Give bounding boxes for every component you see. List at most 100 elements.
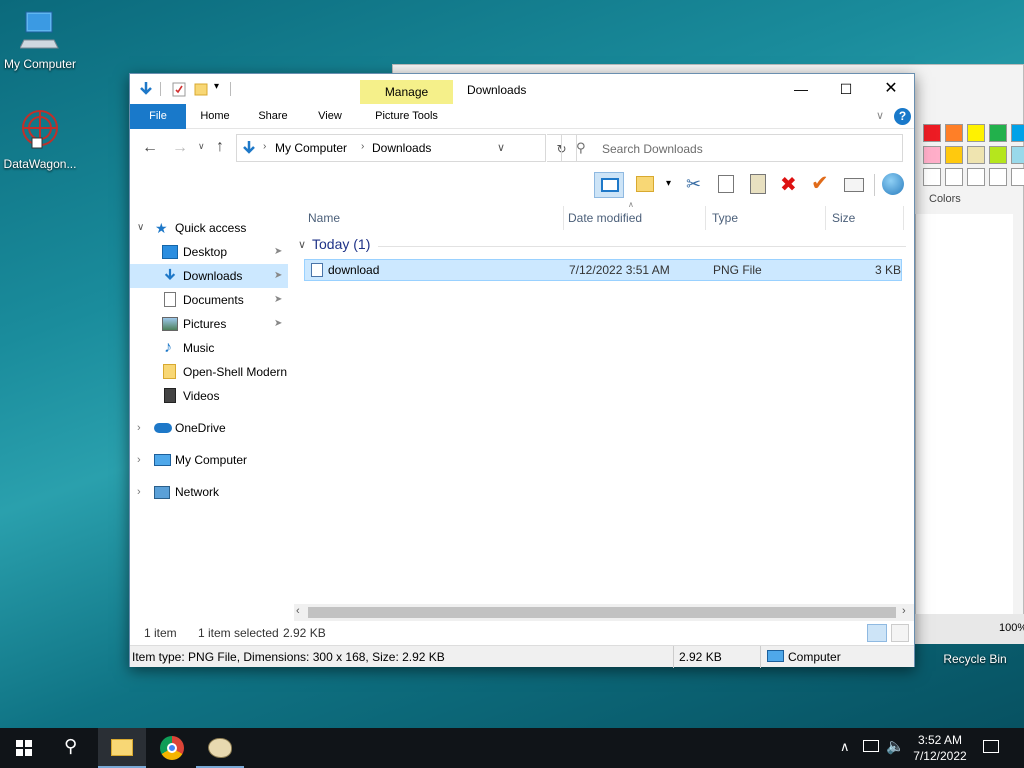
color-swatch-empty[interactable]	[945, 168, 963, 186]
address-dropdown-chevron-icon[interactable]: ∨	[497, 141, 505, 154]
taskbar-paint[interactable]	[196, 728, 244, 768]
sidebar-item-downloads[interactable]: Downloads ➤	[130, 264, 288, 288]
recent-locations-chevron-icon[interactable]: ∨	[198, 141, 205, 152]
color-swatch-orange[interactable]	[945, 124, 963, 142]
folder-options-icon[interactable]	[636, 176, 654, 192]
paste-icon[interactable]	[750, 174, 766, 194]
address-bar[interactable]: › My Computer › Downloads ∨	[236, 134, 546, 162]
breadcrumb-my-computer[interactable]: My Computer	[275, 141, 347, 155]
color-swatch-yellow[interactable]	[967, 124, 985, 142]
taskbar-chrome[interactable]	[148, 728, 196, 768]
checkmark-icon[interactable]: ✔	[811, 171, 829, 196]
sidebar-item-documents[interactable]: Documents ➤	[130, 288, 288, 312]
tab-file[interactable]: File	[130, 104, 186, 129]
desktop-icon-my-computer[interactable]: My Computer	[0, 10, 80, 71]
scroll-right-chevron-icon[interactable]: ›	[902, 605, 906, 617]
pin-icon[interactable]: ➤	[274, 312, 282, 336]
column-header-date[interactable]: Date modified	[564, 206, 706, 230]
globe-icon[interactable]	[882, 173, 904, 195]
sidebar-item-network[interactable]: › Network	[130, 480, 288, 504]
tab-picture-tools[interactable]: Picture Tools	[360, 104, 453, 129]
expand-chevron-icon[interactable]: ∨	[137, 216, 144, 240]
volume-icon[interactable]: 🔈	[886, 737, 905, 755]
detail-location: Computer	[788, 650, 841, 664]
preview-pane-button[interactable]	[594, 172, 624, 198]
desktop-icon-recycle-bin[interactable]: Recycle Bin	[935, 650, 1015, 666]
search-box[interactable]: ⚲ Search Downloads	[561, 134, 903, 162]
file-explorer-window[interactable]: ▾ Manage Downloads — ☐ ✕ File Home Share…	[129, 73, 915, 668]
taskbar-file-explorer[interactable]	[98, 728, 146, 768]
manage-context-header[interactable]: Manage	[360, 80, 453, 104]
color-swatch-pink[interactable]	[923, 146, 941, 164]
start-button[interactable]	[0, 728, 48, 768]
expand-chevron-icon[interactable]: ›	[137, 416, 141, 440]
sidebar-item-desktop[interactable]: Desktop ➤	[130, 240, 288, 264]
desktop-icon-datawagon[interactable]: DataWagon...	[0, 108, 80, 171]
copy-icon[interactable]	[718, 175, 734, 193]
close-button[interactable]: ✕	[868, 74, 914, 104]
folder-options-chevron-icon[interactable]: ▾	[666, 178, 671, 189]
up-arrow-icon[interactable]: ↑	[216, 138, 224, 156]
paint-canvas[interactable]	[915, 214, 1013, 614]
expand-chevron-icon[interactable]: ›	[137, 480, 141, 504]
color-swatch-lightblue[interactable]	[1011, 146, 1024, 164]
help-icon[interactable]: ?	[894, 108, 911, 125]
details-view-button[interactable]	[867, 624, 887, 642]
group-divider	[378, 246, 906, 247]
tab-view[interactable]: View	[306, 104, 354, 129]
network-status-icon[interactable]	[863, 740, 879, 752]
color-swatch-red[interactable]	[923, 124, 941, 142]
color-swatch-blue[interactable]	[1011, 124, 1024, 142]
pin-icon[interactable]: ➤	[274, 288, 282, 312]
sidebar-item-open-shell[interactable]: Open-Shell Modern	[130, 360, 288, 384]
sidebar-item-onedrive[interactable]: › OneDrive	[130, 416, 288, 440]
taskbar-clock[interactable]: 3:52 AM 7/12/2022	[910, 732, 970, 764]
horizontal-scrollbar[interactable]: ‹ ›	[294, 604, 914, 621]
tab-share[interactable]: Share	[248, 104, 298, 129]
column-header-type[interactable]: Type	[706, 206, 826, 230]
nav-label: Desktop	[183, 245, 228, 259]
scroll-left-chevron-icon[interactable]: ‹	[296, 605, 300, 617]
title-bar[interactable]: ▾ Manage Downloads — ☐ ✕	[130, 74, 914, 104]
expand-ribbon-chevron-icon[interactable]: ∨	[876, 109, 884, 122]
sidebar-item-videos[interactable]: Videos	[130, 384, 288, 408]
cut-icon[interactable]: ✂	[686, 174, 701, 195]
large-icons-view-button[interactable]	[891, 624, 909, 642]
sidebar-item-pictures[interactable]: Pictures ➤	[130, 312, 288, 336]
pin-icon[interactable]: ➤	[274, 240, 282, 264]
color-swatch-gold[interactable]	[945, 146, 963, 164]
color-swatch-empty[interactable]	[923, 168, 941, 186]
color-swatch-empty[interactable]	[967, 168, 985, 186]
properties-card-icon[interactable]	[844, 178, 864, 192]
file-list[interactable]: ∧ Name Date modified Type Size ∨ Today (…	[294, 200, 914, 604]
breadcrumb-downloads[interactable]: Downloads	[372, 141, 431, 155]
table-row[interactable]: download 7/12/2022 3:51 AM PNG File 3 KB	[304, 259, 902, 281]
expand-chevron-icon[interactable]: ›	[137, 448, 141, 472]
color-swatch-empty[interactable]	[1011, 168, 1024, 186]
taskbar-search-button[interactable]: ⚲	[48, 728, 96, 768]
show-hidden-icons-chevron-icon[interactable]: ∧	[840, 739, 850, 755]
tab-home[interactable]: Home	[190, 104, 240, 129]
maximize-button[interactable]: ☐	[823, 74, 869, 104]
back-arrow-icon[interactable]: ←	[142, 139, 158, 157]
forward-arrow-icon[interactable]: →	[172, 139, 188, 157]
sidebar-item-music[interactable]: ♪ Music	[130, 336, 288, 360]
properties-icon[interactable]	[172, 82, 186, 97]
color-swatch-green[interactable]	[989, 124, 1007, 142]
column-header-size[interactable]: Size	[826, 206, 904, 230]
group-collapse-chevron-icon[interactable]: ∨	[298, 238, 306, 251]
group-header-today[interactable]: Today (1)	[312, 236, 370, 252]
notifications-icon[interactable]	[983, 740, 999, 753]
nav-quick-access[interactable]: ∨ ★ Quick access	[130, 216, 288, 240]
sidebar-item-my-computer[interactable]: › My Computer	[130, 448, 288, 472]
color-swatch-empty[interactable]	[989, 168, 1007, 186]
minimize-button[interactable]: —	[778, 74, 824, 104]
color-swatch-cream[interactable]	[967, 146, 985, 164]
new-folder-icon[interactable]	[194, 82, 208, 96]
scrollbar-thumb[interactable]	[308, 607, 896, 618]
delete-icon[interactable]: ✖	[780, 172, 797, 197]
column-header-name[interactable]: Name	[298, 206, 564, 230]
customize-toolbar-chevron-icon[interactable]: ▾	[214, 81, 219, 92]
pin-icon[interactable]: ➤	[274, 264, 282, 288]
color-swatch-lime[interactable]	[989, 146, 1007, 164]
